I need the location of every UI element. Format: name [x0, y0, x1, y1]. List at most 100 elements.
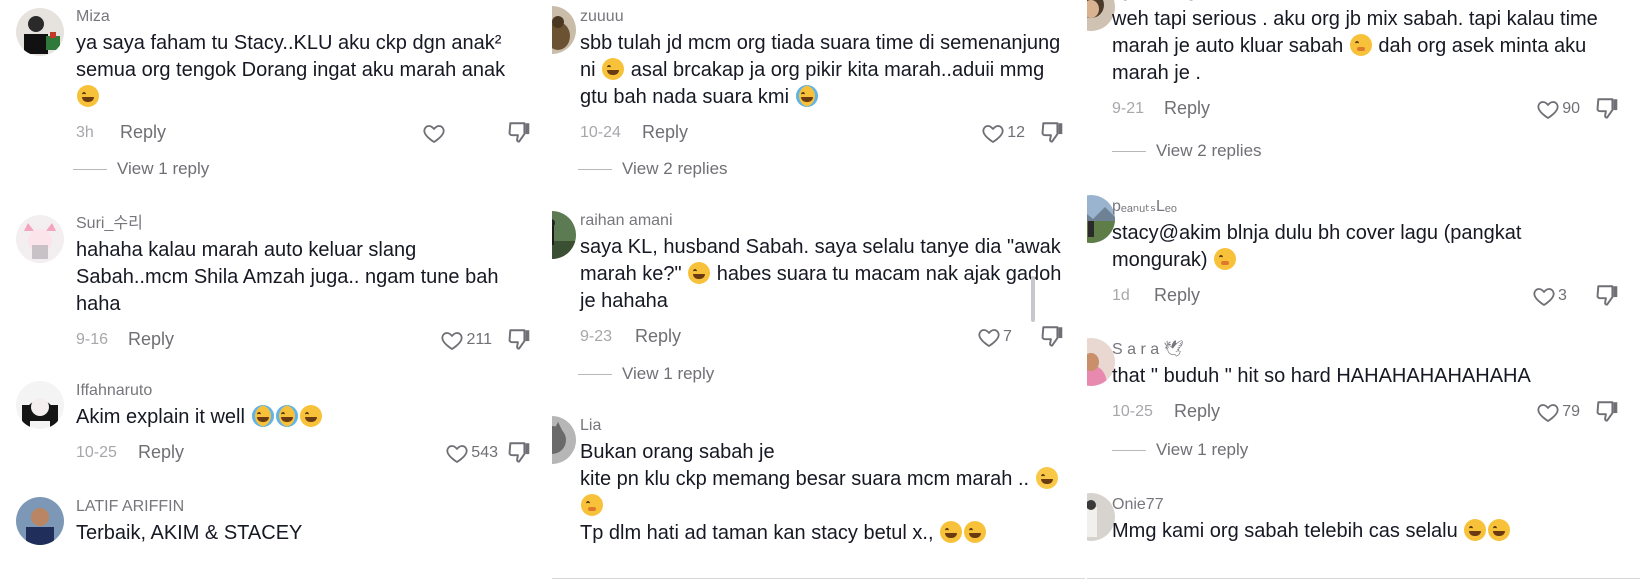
comment-username[interactable]: Suri_수리	[76, 214, 532, 234]
avatar[interactable]	[552, 211, 576, 259]
view-replies-button[interactable]: View 2 replies	[578, 159, 728, 179]
comment-meta: 3h Reply	[76, 119, 532, 149]
avatar[interactable]	[552, 416, 576, 464]
comment-date: 9-23	[580, 328, 613, 345]
like-button[interactable]: 79	[1536, 398, 1580, 426]
divider-line	[1112, 449, 1146, 451]
dislike-button[interactable]	[506, 120, 532, 146]
avatar[interactable]	[1087, 0, 1115, 31]
comment-meta: 10-24 Reply 12	[580, 119, 1065, 149]
like-button[interactable]: 12	[981, 119, 1025, 147]
view-replies-button[interactable]: View 1 reply	[1112, 440, 1248, 460]
comment-date: 9-21	[1112, 100, 1145, 117]
laugh-tears-emoji-icon	[77, 85, 99, 107]
comment-text: Bukan orang sabah je kite pn klu ckp mem…	[580, 439, 1065, 547]
like-count: 12	[1007, 124, 1025, 141]
view-replies-button[interactable]: View 2 replies	[1112, 141, 1262, 161]
thumbs-down-icon	[1596, 285, 1618, 306]
avatar[interactable]	[1087, 195, 1115, 243]
dislike-button[interactable]	[1039, 324, 1065, 350]
thumbs-down-icon	[1596, 98, 1618, 119]
view-replies-button[interactable]: View 1 reply	[578, 364, 714, 384]
like-button[interactable]: 7	[977, 323, 1013, 351]
divider-line	[578, 168, 612, 170]
like-count: 79	[1562, 403, 1580, 420]
comments-panel-middle: zuuuu sbb tulah jd mcm org tiada suara t…	[552, 0, 1085, 587]
comment-meta: 10-25 Reply 79	[1112, 398, 1620, 428]
comment-text: that " buduh " hit so hard HAHAHAHAHAHAH…	[1112, 365, 1531, 387]
crying-emoji-icon	[795, 85, 818, 107]
comment-text: stacy@akim blnja dulu bh cover lagu (pan…	[1112, 222, 1522, 271]
reply-button[interactable]: Reply	[138, 442, 184, 463]
heart-icon	[441, 332, 464, 350]
heart-icon	[982, 125, 1004, 143]
comment-text: Akim explain it well	[76, 404, 532, 431]
comment-date: 10-25	[76, 444, 117, 461]
reply-button[interactable]: Reply	[120, 122, 166, 143]
comment-username[interactable]: raihan amani	[580, 211, 1065, 231]
comment-meta: 9-21 Reply 90	[1112, 95, 1620, 125]
avatar[interactable]	[16, 381, 64, 429]
comment-username[interactable]: Lia	[580, 416, 1065, 436]
dislike-button[interactable]	[1594, 399, 1620, 425]
comment-text: sbb tulah jd mcm org tiada suara time di…	[580, 32, 1061, 108]
reply-button[interactable]: Reply	[635, 326, 681, 347]
comments-panel-left: Miza ya saya faham tu Stacy..KLU aku ckp…	[0, 0, 552, 587]
comment-username[interactable]: Miza	[76, 7, 532, 27]
divider-line	[73, 168, 107, 170]
dislike-button[interactable]	[1039, 120, 1065, 146]
comment-meta: 9-23 Reply 7	[580, 323, 1065, 353]
reply-button[interactable]: Reply	[642, 122, 688, 143]
avatar[interactable]	[16, 497, 64, 545]
dislike-button[interactable]	[1594, 96, 1620, 122]
reply-button[interactable]: Reply	[1154, 285, 1200, 306]
avatar[interactable]	[16, 215, 64, 263]
hush-emoji-icon	[581, 494, 603, 516]
thumbs-down-icon	[508, 442, 530, 463]
laugh-tears-emoji-icon	[940, 521, 963, 543]
reply-button[interactable]: Reply	[1174, 401, 1220, 422]
reply-button[interactable]: Reply	[128, 329, 174, 350]
comment-text: ya saya faham tu Stacy..KLU aku ckp dgn …	[76, 30, 532, 111]
dislike-button[interactable]	[506, 327, 532, 353]
comment-meta: 1d Reply 3	[1112, 282, 1620, 312]
like-count: 211	[466, 331, 492, 348]
comment-username[interactable]: pₑₐₙᵤₜₛLₑₒ	[1112, 197, 1620, 217]
like-button[interactable]: 3	[1532, 282, 1568, 310]
crying-emoji-icon	[275, 405, 298, 427]
like-count: 543	[471, 444, 498, 461]
thumbs-down-icon	[508, 122, 530, 143]
comment-meta: 10-25 Reply 543	[76, 439, 532, 469]
comment-date: 1d	[1112, 287, 1130, 304]
scrollbar-thumb[interactable]	[1031, 276, 1035, 322]
avatar[interactable]	[552, 6, 576, 54]
heart-icon	[1537, 101, 1559, 119]
dislike-button[interactable]	[506, 440, 532, 466]
comment-username[interactable]: agustinarage	[1112, 0, 1620, 3]
comment-text: Mmg kami org sabah telebih cas selalu	[1112, 518, 1620, 545]
avatar[interactable]	[1087, 493, 1115, 541]
like-button[interactable]: 90	[1536, 95, 1580, 123]
like-button[interactable]: 211	[440, 326, 492, 354]
heart-icon	[1533, 288, 1555, 306]
comment-text: saya KL, husband Sabah. saya selalu tany…	[580, 236, 1062, 312]
avatar[interactable]	[1087, 338, 1115, 386]
comment-username[interactable]: Iffahnaruto	[76, 381, 532, 401]
like-count: 7	[1003, 328, 1012, 345]
comment-meta: 9-16 Reply 211	[76, 326, 532, 356]
comment-username[interactable]: LATIF ARIFFIN	[76, 497, 532, 517]
reply-button[interactable]: Reply	[1164, 98, 1210, 119]
hush-emoji-icon	[1349, 34, 1372, 56]
rofl-emoji-icon	[964, 521, 987, 543]
dislike-button[interactable]	[1594, 283, 1620, 309]
comment-username[interactable]: S a r a 🕊	[1112, 340, 1620, 360]
avatar[interactable]	[16, 8, 64, 56]
heart-icon	[446, 445, 468, 463]
laugh-tears-emoji-icon	[602, 58, 625, 80]
like-button[interactable]: 543	[445, 439, 498, 467]
view-replies-button[interactable]: View 1 reply	[73, 159, 209, 179]
like-button[interactable]	[422, 119, 458, 147]
comment-username[interactable]: Onie77	[1112, 495, 1620, 515]
divider-line	[1112, 150, 1146, 152]
comment-username[interactable]: zuuuu	[580, 7, 1065, 27]
